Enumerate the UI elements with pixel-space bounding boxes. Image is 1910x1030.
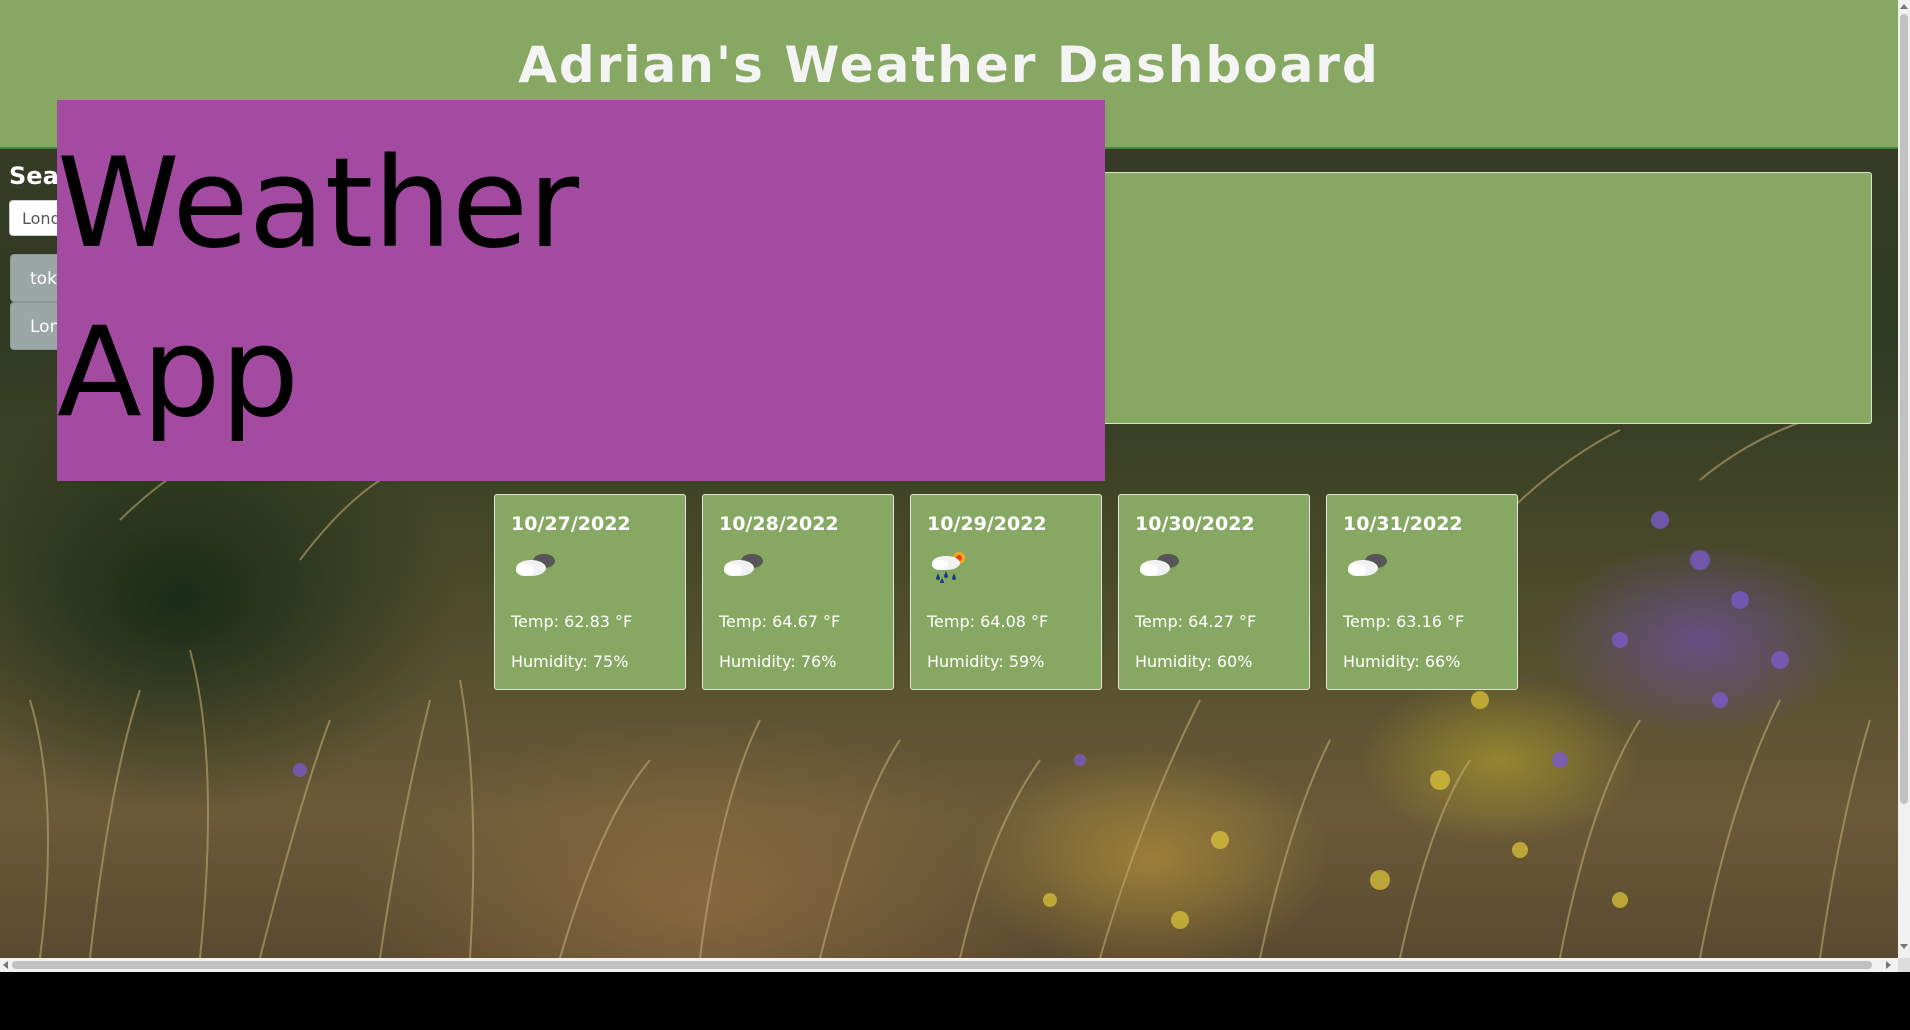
forecast-date: 10/27/2022 — [511, 513, 631, 535]
forecast-humidity: Humidity: 59% — [927, 652, 1045, 671]
page-viewport: Adrian's Weather Dashboard Search for a … — [0, 0, 1898, 958]
page-title: Adrian's Weather Dashboard — [518, 36, 1380, 94]
forecast-humidity: Humidity: 75% — [511, 652, 629, 671]
scrollbar-corner — [1898, 958, 1910, 972]
forecast-card: 10/27/2022 Temp: 62.83 °F Humidity: 75% — [494, 494, 686, 690]
scroll-right-icon[interactable] — [1886, 961, 1891, 969]
forecast-card: 10/30/2022 Temp: 64.27 °F Humidity: 60% — [1118, 494, 1310, 690]
vertical-scroll-thumb[interactable] — [1900, 14, 1908, 804]
cloudy-icon — [1348, 554, 1387, 576]
scroll-left-icon[interactable] — [3, 961, 8, 969]
forecast-humidity: Humidity: 76% — [719, 652, 837, 671]
forecast-humidity: Humidity: 66% — [1343, 652, 1461, 671]
forecast-temp: Temp: 64.67 °F — [719, 612, 841, 631]
forecast-humidity: Humidity: 60% — [1135, 652, 1253, 671]
current-weather-panel — [1090, 172, 1872, 424]
banner-line-1: Weather — [57, 132, 580, 276]
scroll-down-icon[interactable] — [1900, 944, 1908, 949]
cloudy-icon — [516, 554, 555, 576]
horizontal-scroll-thumb[interactable] — [12, 961, 1872, 969]
horizontal-scrollbar[interactable] — [0, 958, 1898, 972]
banner-line-2: App — [57, 301, 300, 445]
forecast-temp: Temp: 64.08 °F — [927, 612, 1049, 631]
forecast-date: 10/30/2022 — [1135, 513, 1255, 535]
forecast-temp: Temp: 64.27 °F — [1135, 612, 1257, 631]
cloudy-icon — [724, 554, 763, 576]
forecast-temp: Temp: 63.16 °F — [1343, 612, 1465, 631]
forecast-date: 10/29/2022 — [927, 513, 1047, 535]
weather-app-banner: Weather App — [57, 100, 1105, 481]
vertical-scrollbar[interactable] — [1898, 0, 1910, 958]
screen-bottom-bar — [0, 972, 1910, 1030]
forecast-card: 10/28/2022 Temp: 64.67 °F Humidity: 76% — [702, 494, 894, 690]
forecast-date: 10/28/2022 — [719, 513, 839, 535]
rain-sun-icon — [932, 552, 965, 583]
cloudy-icon — [1140, 554, 1179, 576]
forecast-temp: Temp: 62.83 °F — [511, 612, 633, 631]
forecast-date: 10/31/2022 — [1343, 513, 1463, 535]
forecast-card: 10/29/2022 Temp: 64.08 °F Humidity: 59% — [910, 494, 1102, 690]
forecast-card: 10/31/2022 Temp: 63.16 °F Humidity: 66% — [1326, 494, 1518, 690]
scroll-up-icon[interactable] — [1900, 4, 1908, 9]
